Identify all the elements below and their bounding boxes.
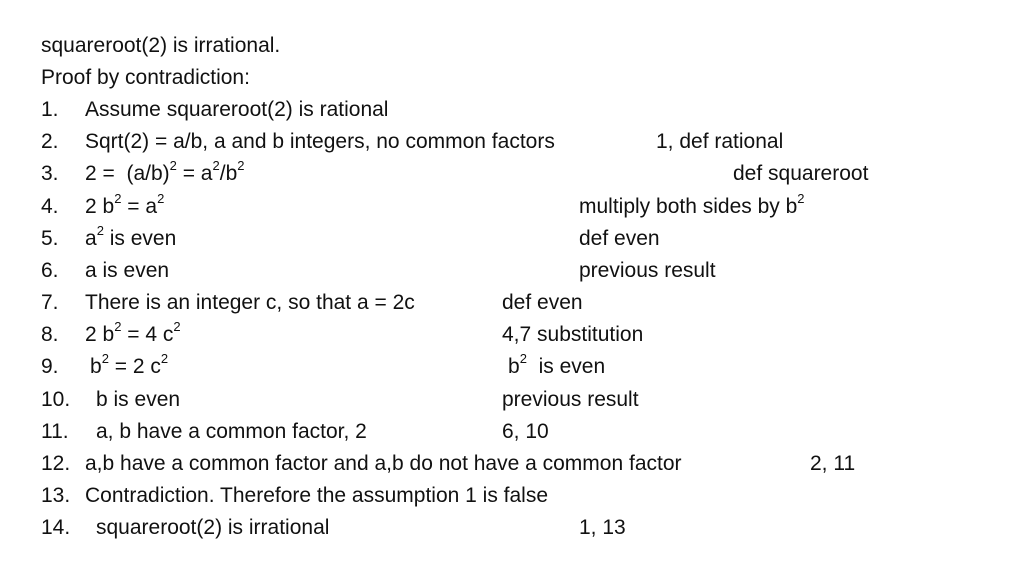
proof-step: 14. squareroot(2) is irrational 1, 13: [0, 513, 1024, 543]
step-statement: a is even: [85, 259, 170, 282]
text: = a: [121, 195, 158, 218]
superscript: 2: [169, 158, 177, 173]
proof-step: 12. a,b have a common factor and a,b do …: [0, 449, 1024, 479]
text: /b: [219, 162, 238, 185]
text: 2 b: [85, 195, 115, 218]
step-number: 5.: [41, 227, 59, 250]
text: b: [508, 355, 520, 378]
step-number: 2.: [41, 130, 59, 153]
superscript: 2: [96, 223, 104, 238]
step-statement: There is an integer c, so that a = 2c: [85, 291, 415, 314]
proof-step: 11. a, b have a common factor, 2 6, 10: [0, 417, 1024, 447]
step-number: 6.: [41, 259, 59, 282]
proof-step: 8. 2 b2 = 4 c2 4,7 substitution: [0, 320, 1024, 350]
text: a: [85, 227, 97, 250]
proof-step: 9. b2 = 2 c2 b2 is even: [0, 352, 1024, 382]
text: is even: [526, 355, 606, 378]
superscript: 2: [797, 191, 805, 206]
step-number: 10.: [41, 388, 71, 411]
text: 2 b: [85, 323, 115, 346]
superscript: 2: [160, 351, 169, 366]
superscript: 2: [173, 319, 181, 334]
step-justification: 4,7 substitution: [502, 323, 644, 346]
step-statement: a,b have a common factor and a,b do not …: [85, 452, 682, 475]
step-statement: 2 = (a/b)2 = a2/b2: [85, 159, 244, 189]
superscript: 2: [101, 351, 109, 366]
step-number: 9.: [41, 355, 59, 378]
slide-title-line: squareroot(2) is irrational.: [0, 31, 1024, 61]
step-justification: def even: [579, 227, 660, 250]
step-number: 3.: [41, 162, 59, 185]
slide-subtitle: Proof by contradiction:: [41, 66, 250, 89]
step-number: 4.: [41, 195, 59, 218]
step-statement: Sqrt(2) = a/b, a and b integers, no comm…: [85, 130, 555, 153]
proof-step: 6. a is even previous result: [0, 256, 1024, 286]
step-statement: squareroot(2) is irrational: [96, 516, 330, 539]
step-number: 8.: [41, 323, 59, 346]
superscript: 2: [114, 191, 122, 206]
step-justification: previous result: [502, 388, 639, 411]
text: is even: [103, 227, 177, 250]
text: multiply both sides by b: [579, 195, 798, 218]
step-statement: b is even: [96, 388, 181, 411]
step-statement: a, b have a common factor, 2: [96, 420, 367, 443]
step-statement: Assume squareroot(2) is rational: [85, 98, 389, 121]
proof-step: 7. There is an integer c, so that a = 2c…: [0, 288, 1024, 318]
step-number: 13.: [41, 484, 71, 507]
step-statement: Contradiction. Therefore the assumption …: [85, 484, 549, 507]
step-number: 12.: [41, 452, 71, 475]
step-justification: multiply both sides by b2: [579, 192, 805, 222]
step-justification: b2 is even: [508, 352, 605, 382]
step-statement: b2 = 2 c2: [90, 352, 168, 382]
proof-step: 3. 2 = (a/b)2 = a2/b2 def squareroot: [0, 159, 1024, 189]
step-justification: def even: [502, 291, 583, 314]
step-justification: def squareroot: [733, 162, 869, 185]
step-statement: a2 is even: [85, 224, 176, 254]
slide-subtitle-line: Proof by contradiction:: [0, 63, 1024, 93]
proof-step: 2. Sqrt(2) = a/b, a and b integers, no c…: [0, 127, 1024, 157]
slide-title: squareroot(2) is irrational.: [41, 34, 281, 57]
step-number: 11.: [41, 420, 69, 443]
step-justification: 2, 11: [810, 452, 856, 475]
text: b: [90, 355, 102, 378]
step-number: 7.: [41, 291, 59, 314]
step-statement: 2 b2 = a2: [85, 192, 164, 222]
superscript: 2: [157, 191, 165, 206]
step-justification: previous result: [579, 259, 716, 282]
superscript: 2: [114, 319, 122, 334]
text: = a: [176, 162, 213, 185]
step-number: 1.: [41, 98, 59, 121]
proof-step: 10. b is even previous result: [0, 385, 1024, 415]
proof-step: 4. 2 b2 = a2 multiply both sides by b2: [0, 192, 1024, 222]
superscript: 2: [212, 158, 220, 173]
text: 2 = (a/b): [85, 162, 170, 185]
step-justification: 6, 10: [502, 420, 549, 443]
superscript: 2: [237, 158, 245, 173]
proof-step: 13. Contradiction. Therefore the assumpt…: [0, 481, 1024, 511]
superscript: 2: [519, 351, 527, 366]
text: = 4 c: [121, 323, 174, 346]
step-number: 14.: [41, 516, 71, 539]
step-justification: 1, 13: [579, 516, 626, 539]
step-statement: 2 b2 = 4 c2: [85, 320, 181, 350]
proof-step: 1. Assume squareroot(2) is rational: [0, 95, 1024, 125]
text: = 2 c: [108, 355, 161, 378]
slide: squareroot(2) is irrational. Proof by co…: [0, 0, 1024, 576]
proof-step: 5. a2 is even def even: [0, 224, 1024, 254]
step-justification: 1, def rational: [656, 130, 784, 153]
